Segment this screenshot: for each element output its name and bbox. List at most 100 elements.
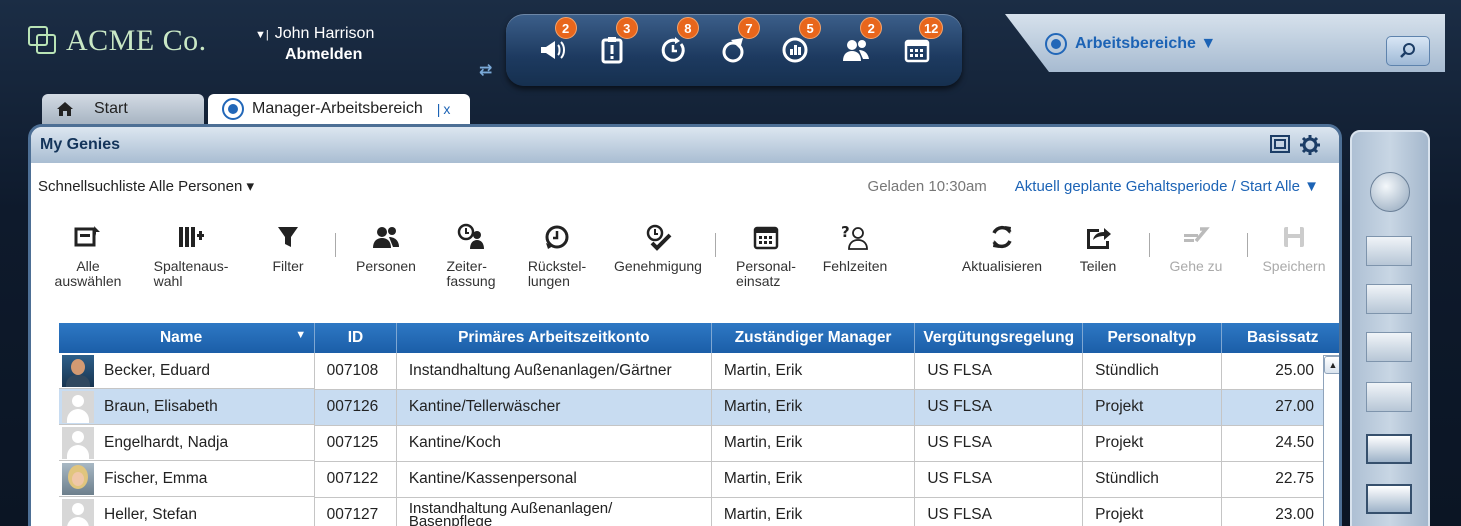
nav-reports[interactable]: 5 (775, 17, 822, 70)
brand-name: ACME Co. (66, 24, 207, 57)
column-select-button[interactable]: Spaltenaus- wahl (151, 223, 231, 289)
column-header-name[interactable]: Name ▼ (59, 323, 316, 353)
cell-type[interactable]: Stündlich (1082, 353, 1222, 390)
refresh-button[interactable]: Aktualisieren (957, 223, 1047, 274)
nav-team[interactable]: 2 (836, 17, 883, 70)
cell-account[interactable]: Kantine/Kassenpersonal (396, 461, 712, 498)
cell-name[interactable]: Fischer, Emma (59, 461, 315, 497)
staffing-button[interactable]: Personal- einsatz (731, 223, 801, 289)
globe-icon[interactable] (1370, 172, 1410, 212)
absences-button[interactable]: ? Fehlzeiten (815, 223, 895, 274)
column-header-pay-rule[interactable]: Vergütungsregelung (914, 323, 1084, 353)
timecard-badge: 3 (615, 17, 638, 39)
cell-type[interactable]: Projekt (1082, 425, 1222, 462)
cell-id[interactable]: 007108 (314, 353, 397, 390)
table-row[interactable]: Becker, Eduard 007108 Instandhaltung Auß… (59, 353, 1339, 390)
cell-account[interactable]: Instandhaltung Außenanlagen/Gärtner (396, 353, 712, 390)
goto-button[interactable]: Gehe zu (1159, 223, 1233, 274)
table-row[interactable]: Fischer, Emma 007122 Kantine/Kassenperso… (59, 461, 1339, 498)
toolbar-separator (715, 233, 716, 257)
rail-widget-button[interactable] (1366, 484, 1412, 514)
share-button[interactable]: Teilen (1073, 223, 1123, 274)
cell-id[interactable]: 007122 (314, 461, 397, 498)
nav-refresh-period[interactable]: 8 (653, 17, 699, 70)
column-header-account[interactable]: Primäres Arbeitszeitkonto (396, 323, 712, 353)
gear-icon[interactable] (1299, 134, 1321, 156)
period-dropdown[interactable]: Aktuell geplante Gehaltsperiode / Start … (1015, 178, 1319, 195)
toolbar: Alle auswählen Spaltenaus- wahl Filter P… (31, 223, 1339, 303)
panel-subheader: Schnellsuchliste Alle Personen ▾ Geladen… (38, 177, 1319, 196)
cell-account[interactable]: Instandhaltung Außenanlagen/ Basenpflege (396, 497, 712, 526)
user-menu[interactable]: ▼| John Harrison Abmelden (255, 24, 374, 65)
quick-list-dropdown[interactable]: Schnellsuchliste Alle Personen ▾ (38, 177, 254, 195)
cell-account[interactable]: Kantine/Tellerwäscher (396, 389, 712, 426)
nav-timecard[interactable]: 3 (592, 17, 638, 70)
brand-logo: ACME Co. (28, 24, 207, 58)
cell-id[interactable]: 007126 (314, 389, 397, 426)
cell-name[interactable]: Braun, Elisabeth (59, 389, 315, 425)
save-label: Speichern (1262, 258, 1326, 274)
workspaces-label[interactable]: Arbeitsbereiche ▼ (1075, 35, 1216, 53)
table-scrollbar[interactable]: ▲ (1323, 355, 1339, 526)
reversals-button[interactable]: Rückstel- lungen (521, 223, 593, 289)
table-row[interactable]: Engelhardt, Nadja 007125 Kantine/Koch Ma… (59, 425, 1339, 462)
timekeeping-button[interactable]: Zeiter- fassung (441, 223, 501, 289)
tab-manager-workspace[interactable]: Manager-Arbeitsbereich x (208, 94, 470, 124)
nav-announcements[interactable]: 2 (531, 17, 577, 70)
calendar-icon (905, 39, 930, 63)
people-button[interactable]: Personen (351, 223, 421, 274)
table-row[interactable]: Heller, Stefan 007127 Instandhaltung Auß… (59, 497, 1339, 526)
cell-account[interactable]: Kantine/Koch (396, 425, 712, 462)
cell-pay-rule[interactable]: US FLSA (914, 425, 1084, 462)
cell-type[interactable]: Stündlich (1082, 461, 1222, 498)
user-menu-caret-icon[interactable]: ▼| (255, 29, 269, 41)
sort-caret-icon[interactable]: ▼ (295, 329, 306, 341)
nav-routes[interactable]: 7 (714, 17, 760, 70)
cell-type[interactable]: Projekt (1082, 497, 1222, 526)
cell-manager[interactable]: Martin, Erik (711, 353, 916, 390)
routes-badge: 7 (737, 17, 760, 39)
rail-widget-button[interactable] (1366, 284, 1412, 314)
cell-id[interactable]: 007127 (314, 497, 397, 526)
tab-close-button[interactable]: x (437, 101, 450, 117)
cell-name[interactable]: Becker, Eduard (59, 353, 315, 389)
cell-pay-rule[interactable]: US FLSA (914, 461, 1084, 498)
cell-manager[interactable]: Martin, Erik (711, 461, 916, 498)
column-header-id[interactable]: ID (314, 323, 397, 353)
scroll-up-icon[interactable]: ▲ (1324, 356, 1339, 374)
workspaces-menu[interactable]: Arbeitsbereiche ▼ (1045, 33, 1216, 55)
user-name[interactable]: John Harrison (275, 25, 375, 42)
cell-name[interactable]: Engelhardt, Nadja (59, 425, 315, 461)
approval-button[interactable]: Genehmigung (611, 223, 705, 274)
save-button[interactable]: Speichern (1259, 223, 1329, 274)
cell-manager[interactable]: Martin, Erik (711, 425, 916, 462)
rail-widget-button[interactable] (1366, 382, 1412, 412)
search-button[interactable] (1386, 36, 1430, 66)
rail-widget-button[interactable] (1366, 236, 1412, 266)
logout-link[interactable]: Abmelden (255, 45, 374, 65)
cell-pay-rule[interactable]: US FLSA (914, 353, 1084, 390)
tab-start[interactable]: Start (42, 94, 204, 124)
select-all-button[interactable]: Alle auswählen (53, 223, 123, 289)
cell-name[interactable]: Heller, Stefan (59, 497, 315, 526)
cell-id[interactable]: 007125 (314, 425, 397, 462)
table-row[interactable]: Braun, Elisabeth 007126 Kantine/Tellerwä… (59, 389, 1339, 426)
cell-manager[interactable]: Martin, Erik (711, 497, 916, 526)
team-badge: 2 (860, 17, 883, 39)
approval-label: Genehmigung (614, 258, 702, 274)
column-header-manager[interactable]: Zuständiger Manager (711, 323, 916, 353)
rail-widget-button[interactable] (1366, 434, 1412, 464)
cell-pay-rule[interactable]: US FLSA (914, 389, 1084, 426)
column-header-type[interactable]: Personaltyp (1082, 323, 1222, 353)
clock-check-icon (646, 224, 672, 251)
column-header-rate[interactable]: Basissatz (1221, 323, 1339, 353)
nav-calendar[interactable]: 12 (897, 17, 944, 70)
avatar (62, 498, 94, 526)
cell-manager[interactable]: Martin, Erik (711, 389, 916, 426)
sync-icon[interactable]: ⇄ (479, 60, 492, 80)
cell-pay-rule[interactable]: US FLSA (914, 497, 1084, 526)
filter-button[interactable]: Filter (263, 223, 313, 274)
rail-widget-button[interactable] (1366, 332, 1412, 362)
cell-type[interactable]: Projekt (1082, 389, 1222, 426)
maximize-icon[interactable] (1269, 134, 1291, 154)
